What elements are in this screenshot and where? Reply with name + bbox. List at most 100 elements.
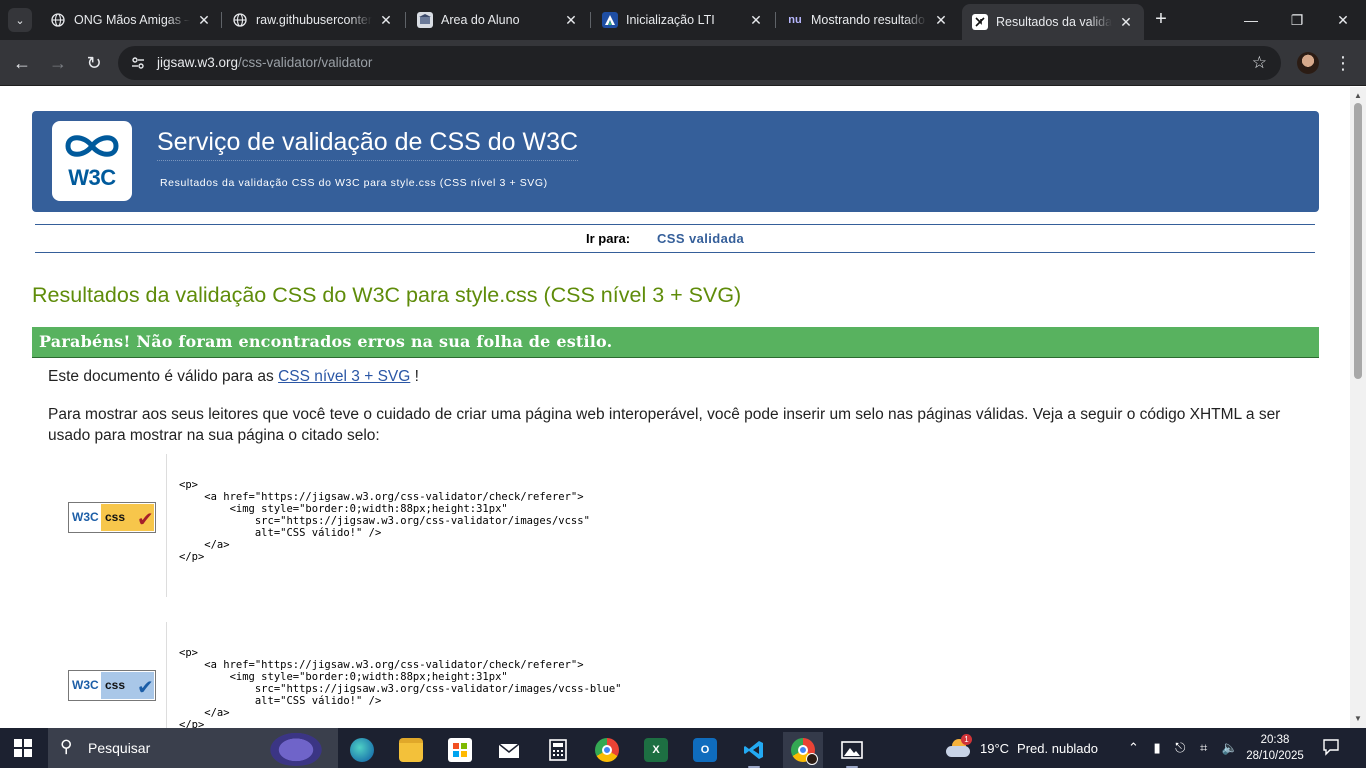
weather-alert-badge: 1 xyxy=(961,734,972,745)
valid-statement: Este documento é válido para as CSS níve… xyxy=(48,368,419,386)
jump-link-css-validada[interactable]: CSS validada xyxy=(657,231,744,246)
w3c-icon xyxy=(972,14,988,30)
css-level-link[interactable]: CSS nível 3 + SVG xyxy=(278,368,410,385)
results-heading: Resultados da validação CSS do W3C para … xyxy=(32,283,742,307)
url-host: jigsaw.w3.org xyxy=(157,55,239,70)
close-icon[interactable]: ✕ xyxy=(748,12,764,29)
scroll-up-icon[interactable]: ▲ xyxy=(1350,89,1366,103)
forward-button[interactable]: → xyxy=(45,50,71,76)
windows-start-icon[interactable] xyxy=(14,739,32,757)
badge-intro: Para mostrar aos seus leitores que você … xyxy=(48,406,1281,444)
scroll-down-icon[interactable]: ▼ xyxy=(1350,712,1366,726)
close-icon[interactable]: ✕ xyxy=(378,12,394,29)
tab-strip: ⌄ ONG Mãos Amigas — ✕ raw.githubusercont… xyxy=(0,0,1366,40)
page-subtitle: Resultados da validação CSS do W3C para … xyxy=(160,177,548,189)
notifications-button[interactable] xyxy=(1322,728,1340,768)
tab-inicializacao-lti[interactable]: Inicialização LTI ✕ xyxy=(592,6,774,34)
checkmark-icon: ✔ xyxy=(137,509,154,531)
badge-code-snippet[interactable]: <p> <a href="https://jigsaw.w3.org/css-v… xyxy=(179,647,622,728)
badge-css-text: css xyxy=(105,510,126,524)
profile-avatar[interactable] xyxy=(1297,52,1319,74)
system-tray: ⌃ ▮ ⎋ ⌗ 🔈 xyxy=(1128,728,1238,768)
clock-date: 28/10/2025 xyxy=(1246,750,1304,762)
tab-title: Resultados da validaç xyxy=(996,15,1112,29)
excel-icon: X xyxy=(644,738,668,762)
taskbar-file-explorer[interactable] xyxy=(391,732,431,768)
w3c-logo-text: W3C xyxy=(68,165,116,190)
calculator-icon xyxy=(546,738,570,762)
tab-area-do-aluno[interactable]: Area do Aluno ✕ xyxy=(407,6,589,34)
badge-block-gold: W3C css ✔ <p> <a href="https://jigsaw.w3… xyxy=(48,454,1308,597)
chevron-up-icon[interactable]: ⌃ xyxy=(1128,740,1139,756)
menu-kebab-icon[interactable]: ⋮ xyxy=(1334,51,1352,75)
css-valid-badge[interactable]: W3C css ✔ xyxy=(68,502,156,533)
weather-temperature: 19°C xyxy=(980,740,1010,756)
page-scrollbar[interactable]: ▲ ▼ xyxy=(1350,87,1366,728)
minimize-button[interactable]: — xyxy=(1236,8,1266,32)
close-icon[interactable]: ✕ xyxy=(933,12,949,29)
taskbar-vscode[interactable] xyxy=(734,732,774,768)
taskbar-store[interactable] xyxy=(440,732,480,768)
badge-code-snippet[interactable]: <p> <a href="https://jigsaw.w3.org/css-v… xyxy=(179,479,590,563)
search-placeholder: Pesquisar xyxy=(88,740,151,756)
minimize-icon: — xyxy=(1244,12,1258,28)
address-bar[interactable]: jigsaw.w3.org/css-validator/validator ☆ xyxy=(118,46,1281,80)
css-valid-badge-blue[interactable]: W3C css ✔ xyxy=(68,670,156,701)
plus-icon: + xyxy=(1155,8,1167,30)
restore-button[interactable]: ❐ xyxy=(1282,8,1312,32)
page-title[interactable]: Serviço de validação de CSS do W3C xyxy=(157,128,579,161)
site-settings-icon[interactable] xyxy=(130,55,146,71)
taskbar-search[interactable]: ⚲ Pesquisar xyxy=(48,728,338,768)
new-tab-button[interactable]: + xyxy=(1150,9,1172,31)
notification-icon xyxy=(1322,738,1340,759)
weather-widget[interactable]: 1 19°C Pred. nublado xyxy=(946,728,1098,768)
volume-icon[interactable]: 🔈 xyxy=(1222,740,1238,756)
wifi-icon[interactable]: ⌗ xyxy=(1200,740,1207,756)
taskbar-outlook[interactable]: O xyxy=(685,732,725,768)
close-icon: ✕ xyxy=(1337,12,1349,28)
search-icon: ⚲ xyxy=(60,737,73,756)
taskbar-clock[interactable]: 20:38 28/10/2025 xyxy=(1244,732,1306,764)
badge-w3c-text: W3C xyxy=(72,678,99,692)
outlook-icon: O xyxy=(693,738,717,762)
taskbar-mail[interactable] xyxy=(489,732,529,768)
chevron-down-icon: ⌄ xyxy=(15,14,25,27)
taskbar-excel[interactable]: X xyxy=(636,732,676,768)
school-icon xyxy=(417,12,433,28)
reload-button[interactable]: ↻ xyxy=(81,50,107,76)
weather-description: Pred. nublado xyxy=(1017,740,1098,756)
w3c-logo[interactable]: W3C xyxy=(52,121,132,201)
url-text[interactable]: jigsaw.w3.org/css-validator/validator xyxy=(157,55,372,70)
tab-ong-maos-amigas[interactable]: ONG Mãos Amigas — ✕ xyxy=(40,6,222,34)
tab-search-button[interactable]: ⌄ xyxy=(8,8,32,32)
back-button[interactable]: ← xyxy=(9,50,35,76)
tab-mostrando-resultado[interactable]: nu Mostrando resultado ✕ xyxy=(777,6,959,34)
taskbar-chrome-profile[interactable] xyxy=(783,732,823,768)
globe-icon xyxy=(232,12,248,28)
url-path: /css-validator/validator xyxy=(238,55,373,70)
globe-icon xyxy=(50,12,66,28)
mail-icon xyxy=(497,738,521,762)
meet-icon[interactable]: ⎋ xyxy=(1175,740,1185,756)
tab-raw-github[interactable]: raw.githubuserconten ✕ xyxy=(222,6,404,34)
taskbar-chrome[interactable] xyxy=(587,732,627,768)
taskbar-photos[interactable] xyxy=(832,732,872,768)
tab-resultados-validacao[interactable]: Resultados da validaç ✕ xyxy=(962,4,1144,40)
bookmark-star-icon[interactable]: ☆ xyxy=(1252,53,1267,73)
weather-cloud-icon: 1 xyxy=(946,734,972,759)
taskbar-calculator[interactable] xyxy=(538,732,578,768)
edge-icon xyxy=(350,738,374,762)
arrow-right-icon: → xyxy=(49,53,67,73)
success-banner: Parabéns! Não foram encontrados erros na… xyxy=(32,327,1319,358)
taskbar-edge[interactable] xyxy=(342,732,382,768)
close-icon[interactable]: ✕ xyxy=(563,12,579,29)
badge-block-blue: W3C css ✔ <p> <a href="https://jigsaw.w3… xyxy=(48,622,1308,728)
battery-icon[interactable]: ▮ xyxy=(1153,740,1160,756)
nu-icon: nu xyxy=(788,14,802,26)
scroll-thumb[interactable] xyxy=(1354,103,1362,379)
close-icon[interactable]: ✕ xyxy=(1118,14,1134,31)
checkmark-icon: ✔ xyxy=(137,677,154,699)
close-window-button[interactable]: ✕ xyxy=(1328,8,1358,32)
browser-toolbar: ← → ↻ jigsaw.w3.org/css-validator/valida… xyxy=(0,40,1366,86)
close-icon[interactable]: ✕ xyxy=(196,12,212,29)
